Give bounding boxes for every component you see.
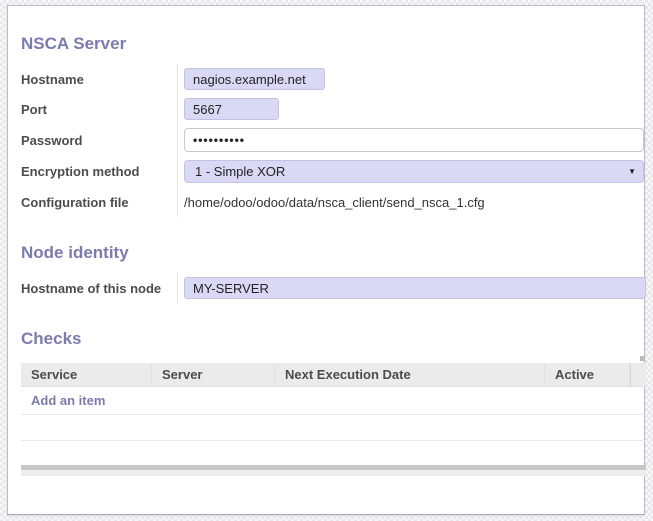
form-row-node-hostname: Hostname of this node	[21, 273, 643, 303]
encryption-method-label: Encryption method	[21, 164, 177, 179]
node-identity-form: Hostname of this node	[21, 273, 643, 303]
hostname-input[interactable]	[184, 68, 325, 90]
password-label: Password	[21, 133, 177, 148]
port-input[interactable]	[184, 98, 279, 120]
column-header-active[interactable]: Active	[545, 363, 630, 386]
form-row-port: Port	[21, 94, 643, 124]
section-title-nsca-server: NSCA Server	[21, 34, 644, 54]
form-row-password: Password	[21, 124, 643, 156]
horizontal-scrollbar-track	[21, 470, 646, 476]
encryption-method-select[interactable]: 1 - Simple XOR ▼	[184, 160, 644, 183]
horizontal-scrollbar[interactable]	[21, 465, 646, 476]
column-header-next-execution-date[interactable]: Next Execution Date	[275, 363, 545, 386]
table-scrollbar-nub	[640, 356, 645, 361]
column-header-spacer	[630, 363, 646, 386]
hostname-field-cell	[177, 64, 643, 94]
form-row-config-file: Configuration file /home/odoo/odoo/data/…	[21, 187, 643, 217]
password-input[interactable]	[184, 128, 644, 152]
node-hostname-field-cell	[177, 273, 646, 303]
section-title-checks: Checks	[21, 329, 644, 349]
config-file-label: Configuration file	[21, 195, 177, 210]
form-row-encryption: Encryption method 1 - Simple XOR ▼	[21, 156, 643, 187]
node-hostname-label: Hostname of this node	[21, 281, 177, 296]
column-header-server[interactable]: Server	[152, 363, 275, 386]
add-an-item-link[interactable]: Add an item	[31, 393, 105, 408]
form-row-hostname: Hostname	[21, 64, 643, 94]
node-hostname-input[interactable]	[184, 277, 646, 299]
column-header-service[interactable]: Service	[21, 363, 152, 386]
encryption-method-value: 1 - Simple XOR	[195, 164, 285, 179]
form-panel: NSCA Server Hostname Port Password Encry…	[7, 5, 645, 515]
checks-table-header: Service Server Next Execution Date Activ…	[21, 363, 646, 387]
config-file-field-cell: /home/odoo/odoo/data/nsca_client/send_ns…	[177, 187, 643, 217]
password-field-cell	[177, 124, 644, 156]
config-file-value: /home/odoo/odoo/data/nsca_client/send_ns…	[184, 195, 485, 210]
nsca-server-form: Hostname Port Password Encryption method…	[21, 64, 643, 217]
hostname-label: Hostname	[21, 72, 177, 87]
encryption-field-cell: 1 - Simple XOR ▼	[177, 156, 644, 187]
checks-table: Service Server Next Execution Date Activ…	[21, 363, 646, 476]
port-label: Port	[21, 102, 177, 117]
port-field-cell	[177, 94, 643, 124]
table-empty-row	[21, 415, 646, 441]
section-title-node-identity: Node identity	[21, 243, 644, 263]
chevron-down-icon: ▼	[628, 168, 636, 176]
add-item-row: Add an item	[21, 387, 646, 415]
